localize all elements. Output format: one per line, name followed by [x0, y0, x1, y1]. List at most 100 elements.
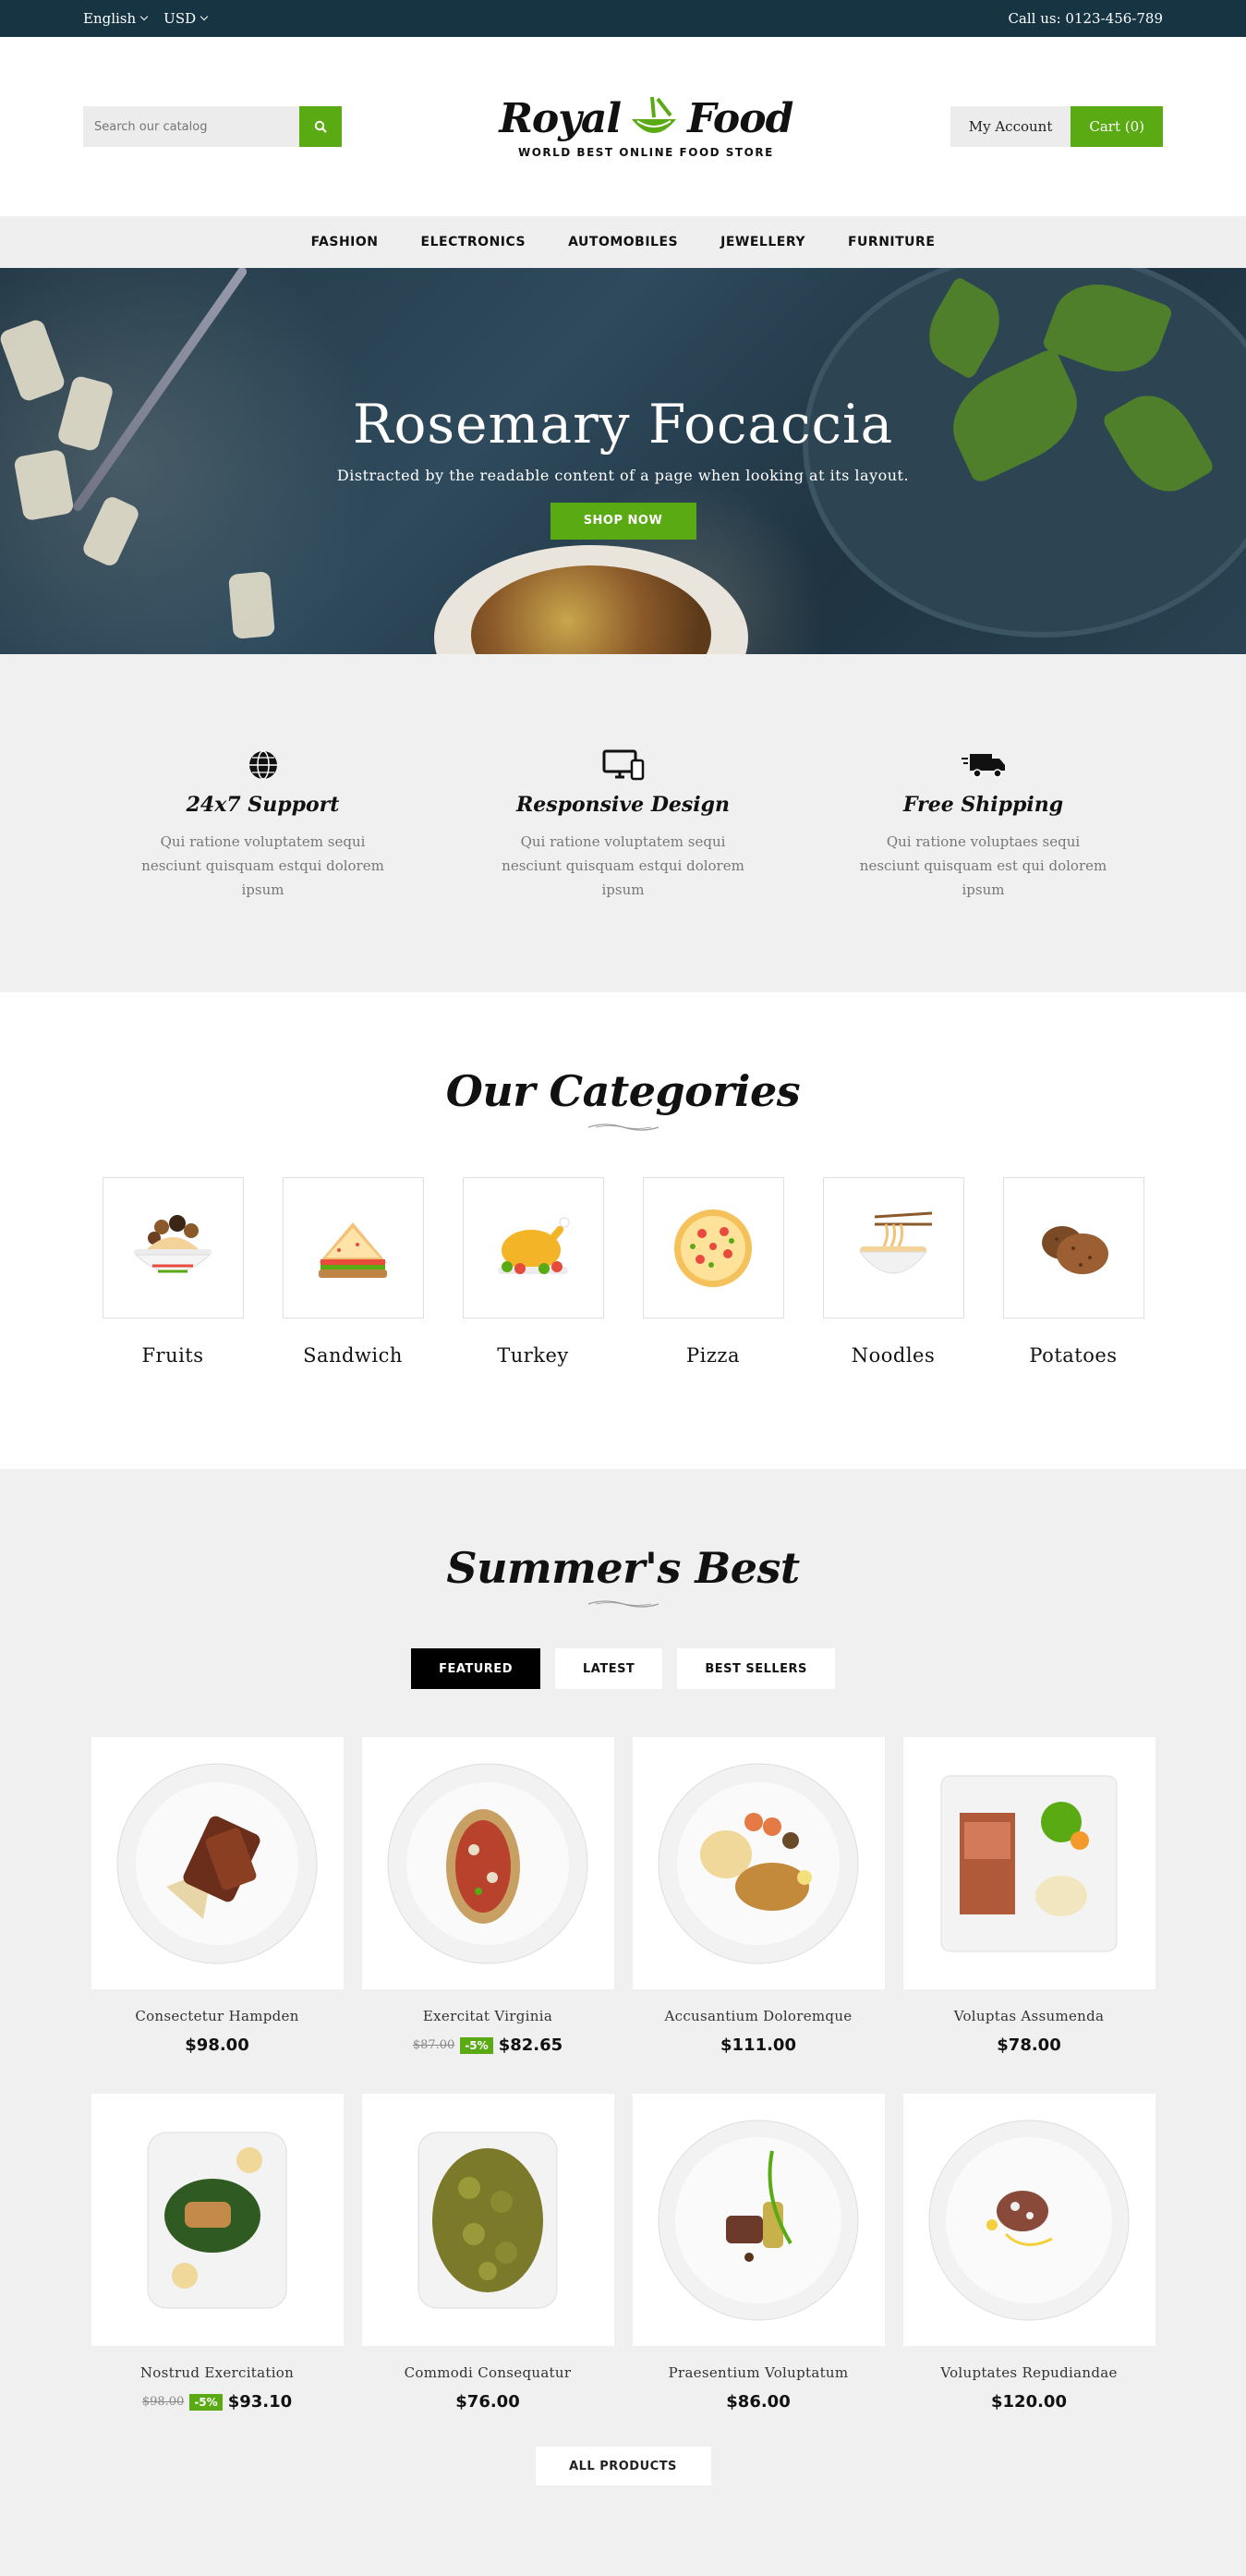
pizza-icon: [674, 1209, 752, 1287]
features-section: 24x7 Support Qui ratione voluptatem sequ…: [0, 654, 1246, 992]
product-price: $76.00: [455, 2392, 520, 2412]
language-dropdown[interactable]: English: [83, 10, 149, 27]
hero-subtitle: Distracted by the readable content of a …: [336, 466, 910, 484]
truck-icon: [961, 754, 1005, 778]
search-input[interactable]: [83, 106, 299, 147]
product-name: Commodi Consequatur: [404, 2364, 572, 2381]
chevron-down-icon: [139, 12, 149, 21]
section-title: Our Categories: [445, 1066, 801, 1116]
product-name: Accusantium Doloremque: [664, 2008, 853, 2024]
category-item-potatoes[interactable]: Potatoes: [1002, 1177, 1144, 1367]
product-card[interactable]: Voluptates Repudiandae $120.00: [902, 2094, 1155, 2450]
search-bar: [83, 106, 342, 147]
top-bar: English USD Call us: 0123-456-789: [0, 0, 1246, 37]
product-price: $111.00: [720, 2035, 796, 2055]
ornament-divider-icon: [587, 1124, 659, 1131]
discount-badge: -5%: [189, 2393, 223, 2411]
noodle-bowl-logo-icon: [632, 96, 677, 133]
devices-icon: [602, 749, 644, 781]
discount-badge: -5%: [460, 2036, 493, 2054]
category-label: Potatoes: [1029, 1344, 1118, 1367]
category-label: Turkey: [497, 1344, 569, 1367]
globe-phone-icon: [248, 750, 277, 780]
shop-now-button[interactable]: SHOP NOW: [550, 502, 696, 540]
nav-item-furniture[interactable]: FURNITURE: [848, 235, 935, 249]
currency-dropdown[interactable]: USD: [163, 10, 209, 27]
product-price: $120.00: [991, 2392, 1067, 2412]
product-card[interactable]: Exercitat Virginia $87.00 -5% $82.65: [361, 1737, 614, 2094]
logo-tagline: WORLD BEST ONLINE FOOD STORE: [517, 145, 774, 159]
turkey-icon: [498, 1217, 570, 1274]
product-image: [940, 1775, 1118, 1951]
cart-button[interactable]: Cart (0): [1071, 106, 1163, 147]
product-image: [116, 1763, 318, 1963]
category-label: Sandwich: [303, 1344, 403, 1367]
product-image: [147, 2132, 287, 2308]
product-image: [417, 2132, 558, 2308]
hero-banner: Rosemary Focaccia Distracted by the read…: [0, 268, 1246, 654]
chevron-down-icon: [200, 12, 209, 21]
product-name: Exercitat Virginia: [422, 2008, 553, 2024]
nav-item-fashion[interactable]: FASHION: [311, 235, 379, 249]
nav-item-automobiles[interactable]: AUTOMOBILES: [568, 235, 678, 249]
site-header: Royal Food WORLD BEST ONLINE FOOD STORE …: [0, 37, 1246, 216]
account-cart-group: My Account Cart (0): [950, 106, 1163, 147]
nav-item-electronics[interactable]: ELECTRONICS: [421, 235, 526, 249]
logo-wordmark: Royal Food: [499, 94, 793, 142]
product-image: [928, 2120, 1130, 2320]
product-name: Consectetur Hampden: [135, 2008, 299, 2024]
currency-label: USD: [163, 10, 197, 27]
products-section: Summer's Best FEATURED LATEST BEST SELLE…: [0, 1469, 1246, 2576]
sandwich-icon: [319, 1221, 387, 1278]
feature-support: 24x7 Support Qui ratione voluptatem sequ…: [83, 747, 443, 992]
feature-text: Qui ratione voluptaes sequi nesciunt qui…: [859, 833, 1107, 898]
feature-responsive: Responsive Design Qui ratione voluptatem…: [443, 747, 804, 992]
tab-featured[interactable]: FEATURED: [411, 1648, 540, 1689]
product-price: $93.10: [227, 2392, 293, 2412]
product-card[interactable]: Nostrud Exercitation $98.00 -5% $93.10: [91, 2094, 344, 2450]
product-image: [658, 1763, 859, 1963]
product-tabs: FEATURED LATEST BEST SELLERS: [0, 1648, 1246, 1689]
product-card[interactable]: Consectetur Hampden $98.00: [91, 1737, 344, 2094]
call-us-text: Call us: 0123-456-789: [1008, 10, 1163, 27]
category-item-fruits[interactable]: Fruits: [102, 1177, 244, 1367]
section-title: Summer's Best: [446, 1543, 800, 1593]
product-card[interactable]: Praesentium Voluptatum $86.00: [632, 2094, 885, 2450]
product-card[interactable]: Voluptas Assumenda $78.00: [902, 1737, 1155, 2094]
all-products-button[interactable]: ALL PRODUCTS: [535, 2447, 711, 2485]
hero-title: Rosemary Focaccia: [352, 392, 894, 456]
product-price: $78.00: [997, 2035, 1061, 2055]
category-list: Fruits Sandwich Turkey Pizza Noodles Pot…: [0, 1177, 1246, 1367]
product-old-price: $87.00: [412, 2038, 455, 2052]
logo-word-left: Royal: [499, 94, 622, 142]
ornament-divider-icon: [587, 1600, 659, 1608]
nav-item-jewellery[interactable]: JEWELLERY: [720, 235, 805, 249]
categories-section: Our Categories Fruits Sandwich Turkey Pi…: [0, 992, 1246, 1469]
category-item-turkey[interactable]: Turkey: [462, 1177, 604, 1367]
tab-best-sellers[interactable]: BEST SELLERS: [677, 1648, 835, 1689]
product-card[interactable]: Accusantium Doloremque $111.00: [632, 1737, 885, 2094]
feature-shipping: Free Shipping Qui ratione voluptaes sequ…: [804, 747, 1164, 992]
tab-latest[interactable]: LATEST: [554, 1648, 663, 1689]
category-label: Noodles: [851, 1344, 936, 1367]
language-label: English: [83, 10, 137, 27]
category-label: Pizza: [686, 1344, 740, 1367]
category-item-noodles[interactable]: Noodles: [822, 1177, 964, 1367]
product-old-price: $98.00: [141, 2395, 185, 2409]
product-price: $98.00: [185, 2035, 249, 2055]
feature-title: Responsive Design: [515, 793, 731, 817]
my-account-button[interactable]: My Account: [950, 106, 1071, 147]
search-button[interactable]: [299, 106, 342, 147]
hero-content: Rosemary Focaccia Distracted by the read…: [0, 268, 1246, 654]
noodles-icon: [858, 1211, 933, 1273]
product-image: [387, 1763, 588, 1963]
category-item-pizza[interactable]: Pizza: [642, 1177, 784, 1367]
product-card[interactable]: Commodi Consequatur $76.00: [361, 2094, 614, 2450]
feature-title: 24x7 Support: [186, 793, 340, 817]
main-nav: FASHION ELECTRONICS AUTOMOBILES JEWELLER…: [0, 216, 1246, 268]
product-name: Voluptas Assumenda: [953, 2008, 1105, 2024]
feature-title: Free Shipping: [902, 793, 1064, 817]
logo-word-right: Food: [687, 94, 793, 142]
site-logo[interactable]: Royal Food WORLD BEST ONLINE FOOD STORE: [499, 94, 793, 159]
category-item-sandwich[interactable]: Sandwich: [282, 1177, 424, 1367]
